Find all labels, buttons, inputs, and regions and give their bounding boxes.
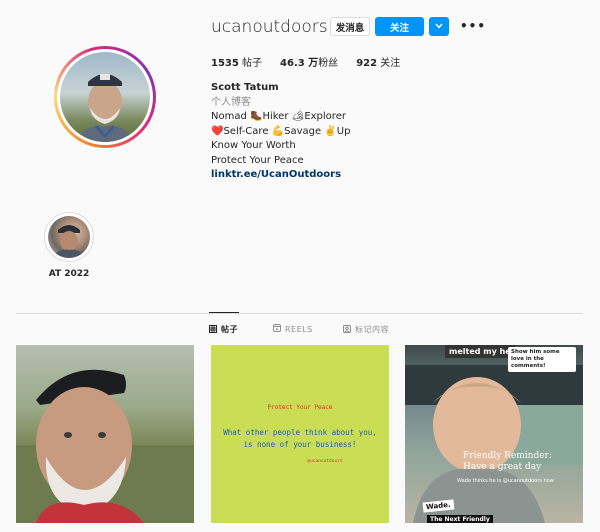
following-label: 关注 — [380, 58, 401, 69]
bio-line: Nomad 🥾Hiker 🏕Explorer — [211, 111, 346, 122]
bio-line: ❤️Self-Care 💪Savage ✌️Up — [211, 125, 351, 137]
followers-label: 粉丝 — [318, 58, 339, 69]
following-stat[interactable]: 922 关注 — [356, 54, 400, 69]
post-thumbnail[interactable]: melted my he Show him some love in the c… — [405, 345, 583, 523]
followers-stat[interactable]: 46.3 万粉丝 — [280, 54, 338, 69]
overlay-line: Friendly Reminder: — [463, 451, 552, 461]
tab-reels-label: REELS — [285, 324, 313, 334]
posts-label: 帖子 — [242, 58, 263, 69]
overlay-text: Friendly Reminder: Have a great day — [463, 451, 552, 473]
highlight-label: AT 2022 — [48, 269, 90, 279]
more-horizontal-icon[interactable]: ••• — [460, 19, 486, 33]
post-thumbnail[interactable]: Protect Your Peace What other people thi… — [211, 345, 389, 523]
profile-category: 个人博客 — [211, 96, 251, 108]
tagged-icon — [343, 324, 351, 335]
posts-count: 1535 — [211, 58, 239, 69]
quote-line: is none of your business! — [243, 440, 357, 449]
following-count: 922 — [356, 58, 378, 69]
bio-line: Protect Your Peace — [211, 154, 304, 166]
tab-posts-label: 帖子 — [221, 325, 238, 334]
profile-full-name: Scott Tatum — [211, 82, 279, 93]
tab-tagged[interactable]: 标记内容 — [343, 324, 389, 335]
grid-icon — [209, 324, 217, 335]
profile-stats: 1535 帖子 46.3 万粉丝 922 关注 — [211, 54, 418, 69]
selfie-image — [16, 369, 194, 523]
post-thumbnail[interactable] — [16, 345, 194, 523]
overlay-heading: melted my he — [445, 345, 515, 358]
overlay-chip: Show him some love in the comments! — [508, 347, 576, 372]
active-tab-indicator — [209, 312, 239, 313]
chevron-down-icon — [435, 21, 443, 32]
suggested-dropdown-button[interactable] — [429, 17, 449, 36]
overlay-tag: The Next Friendly — [427, 515, 493, 523]
overlay-line: Have a great day — [463, 462, 542, 472]
quote-line: What other people think about you, — [223, 428, 377, 437]
bio-line: Know Your Worth — [211, 140, 296, 151]
avatar-image — [60, 52, 150, 142]
story-highlight[interactable] — [44, 212, 94, 262]
tab-reels[interactable]: REELS — [273, 324, 313, 334]
tabs-divider — [16, 313, 583, 314]
profile-bio: Scott Tatum 个人博客 Nomad 🥾Hiker 🏕Explorer … — [211, 81, 350, 183]
overlay-caption: Wade thinks he is @ucanoutdoors now — [457, 478, 554, 484]
quote-post-title: Protect Your Peace — [267, 404, 333, 411]
highlight-image — [48, 216, 90, 258]
quote-post-text: What other people think about you, is no… — [223, 427, 377, 451]
reels-icon — [273, 324, 281, 334]
followers-count: 46.3 万 — [280, 58, 319, 69]
profile-username: ucanoutdoors — [211, 17, 328, 37]
quote-post-handle: @ucanoutdoors — [307, 459, 343, 464]
profile-avatar[interactable] — [54, 46, 156, 148]
tab-posts[interactable]: 帖子 — [209, 324, 238, 335]
message-button[interactable]: 发消息 — [330, 17, 370, 36]
bio-link[interactable]: linktr.ee/UcanOutdoors — [211, 168, 350, 183]
posts-stat: 1535 帖子 — [211, 54, 262, 69]
tab-tagged-label: 标记内容 — [355, 325, 389, 334]
follow-button[interactable]: 关注 — [375, 17, 424, 36]
